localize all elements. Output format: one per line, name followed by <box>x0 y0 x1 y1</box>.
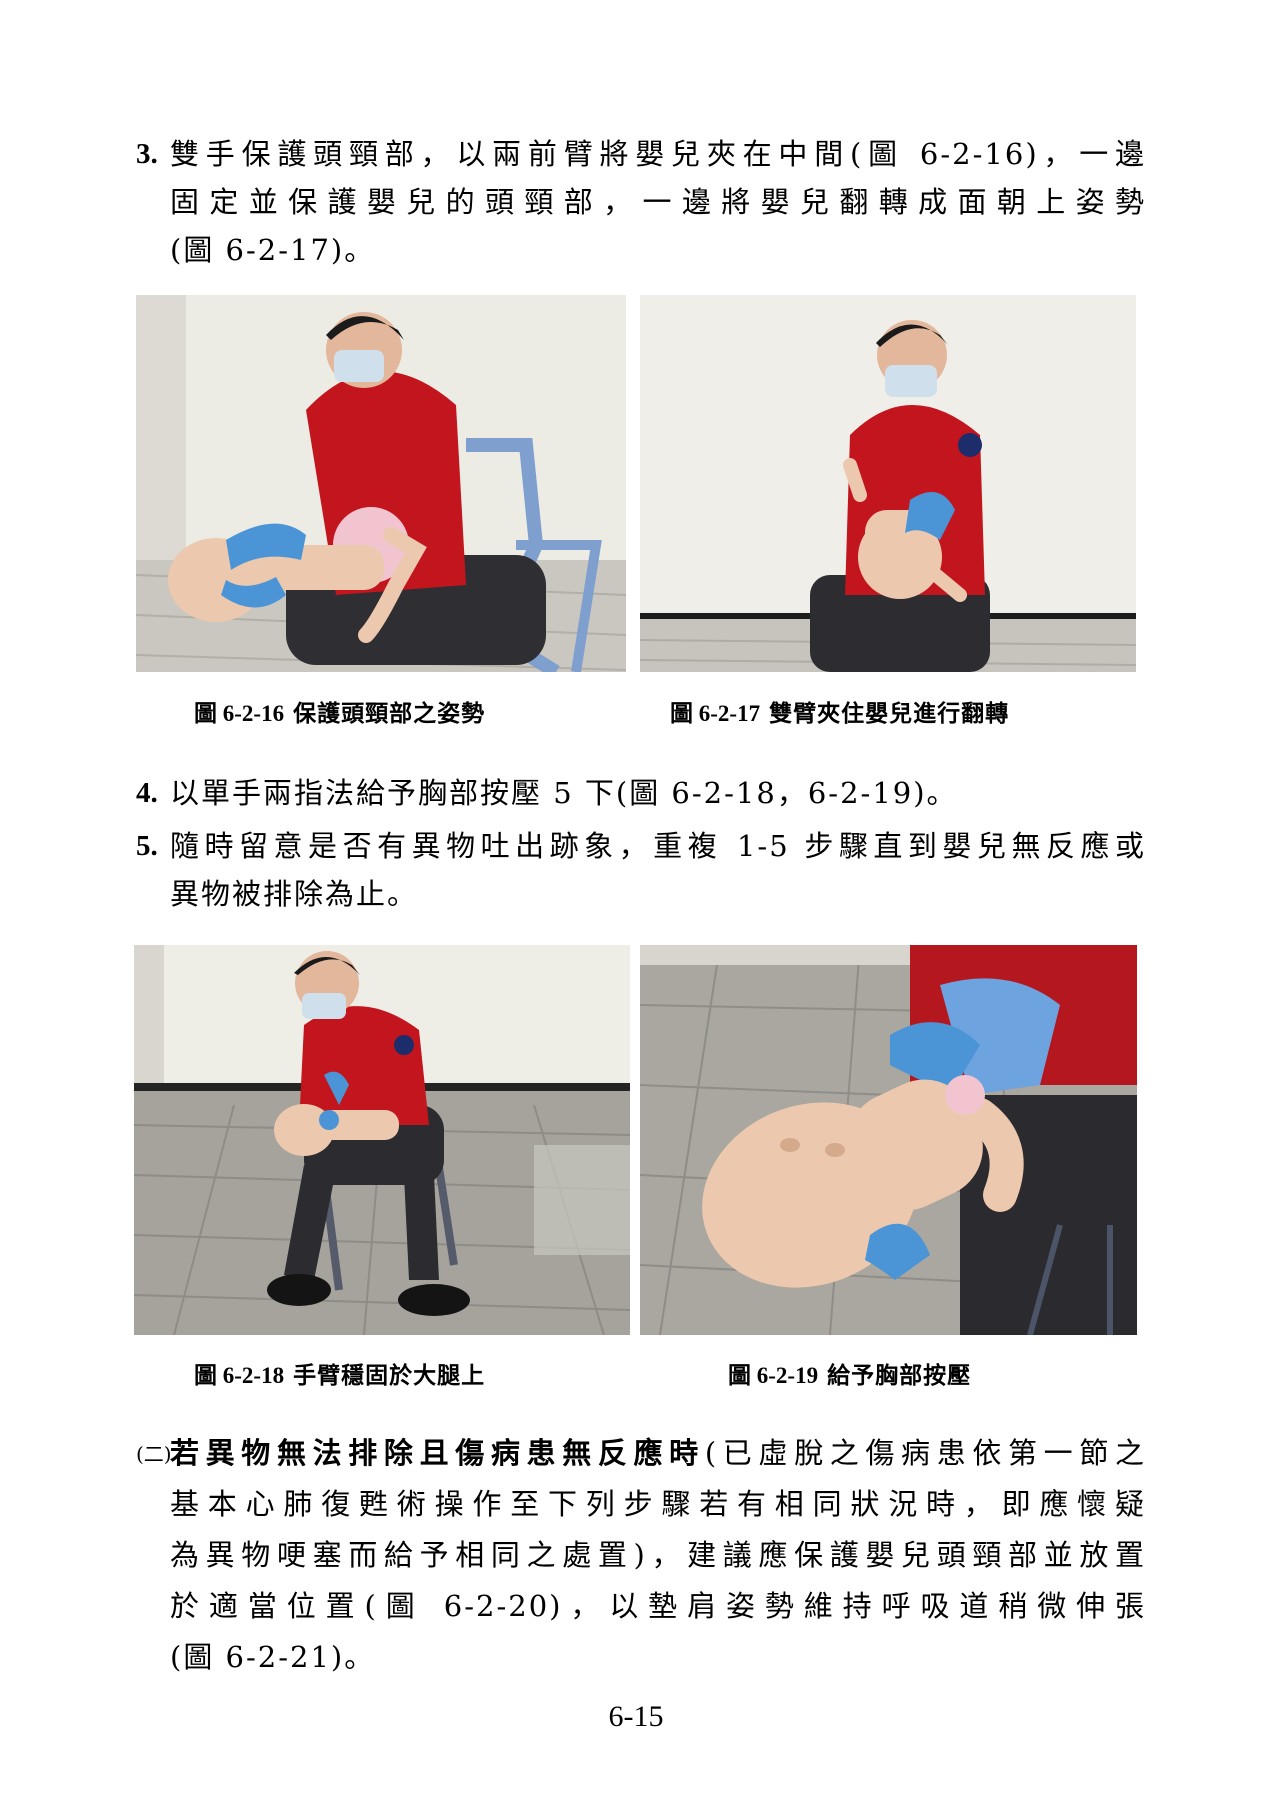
step-5-number: 5. <box>136 830 158 862</box>
caption-figure-6-2-16: 圖 6-2-16 保護頭頸部之姿勢 <box>194 694 485 728</box>
step-5-line-1: 隨時留意是否有異物吐出跡象，重複 1-5 步驟直到嬰兒無反應或 <box>170 829 1146 863</box>
section-2-bold-lead: 若異物無法排除且傷病患無反應時 <box>170 1436 705 1470</box>
section-2-line-2: 基本心肺復甦術操作至下列步驟若有相同狀況時，即應懷疑 <box>170 1487 1146 1521</box>
caption-figure-number: 圖 6-2-18 <box>194 1363 285 1388</box>
step-5-paragraph: 5. 隨時留意是否有異物吐出跡象，重複 1-5 步驟直到嬰兒無反應或 異物被排除… <box>136 822 1146 918</box>
step-3-line-1: 雙手保護頭頸部，以兩前臂將嬰兒夾在中間(圖 6-2-16)，一邊 <box>170 137 1146 171</box>
caption-figure-6-2-17: 圖 6-2-17 雙臂夾住嬰兒進行翻轉 <box>670 694 1009 728</box>
photo-figure-6-2-19 <box>640 945 1137 1335</box>
section-2-line-1: 若異物無法排除且傷病患無反應時(已虛脫之傷病患依第一節之 <box>170 1428 1146 1479</box>
caption-figure-number: 圖 6-2-19 <box>728 1363 819 1388</box>
step-3-paragraph: 3. 雙手保護頭頸部，以兩前臂將嬰兒夾在中間(圖 6-2-16)，一邊 固定並保… <box>136 130 1146 274</box>
step-4-number: 4. <box>136 777 158 809</box>
step-4-line-1: 以單手兩指法給予胸部按壓 5 下(圖 6-2-18，6-2-19)。 <box>170 776 958 810</box>
caption-figure-text: 雙臂夾住嬰兒進行翻轉 <box>769 700 1010 727</box>
caption-figure-6-2-19: 圖 6-2-19 給予胸部按壓 <box>728 1356 971 1390</box>
photo-figure-6-2-17 <box>640 295 1136 672</box>
step-4-paragraph: 4. 以單手兩指法給予胸部按壓 5 下(圖 6-2-18，6-2-19)。 <box>136 769 1146 817</box>
page-number: 6-15 <box>608 1700 664 1733</box>
section-marker: (二) <box>136 1442 172 1466</box>
caption-figure-text: 手臂穩固於大腿上 <box>293 1362 486 1389</box>
photo-figure-6-2-18 <box>134 945 630 1335</box>
step-3-line-3: (圖 6-2-17)。 <box>170 233 376 267</box>
section-2-line-4: 於適當位置(圖 6-2-20)，以墊肩姿勢維持呼吸道稍微伸張 <box>170 1589 1146 1623</box>
step-5-line-2: 異物被排除為止。 <box>170 877 419 911</box>
caption-figure-text: 保護頭頸部之姿勢 <box>293 700 486 727</box>
step-3-number: 3. <box>136 138 158 170</box>
section-2-paragraph: 若異物無法排除且傷病患無反應時(已虛脫之傷病患依第一節之 基本心肺復甦術操作至下… <box>170 1428 1146 1683</box>
caption-figure-6-2-18: 圖 6-2-18 手臂穩固於大腿上 <box>194 1356 485 1390</box>
caption-figure-number: 圖 6-2-17 <box>670 701 761 726</box>
caption-figure-number: 圖 6-2-16 <box>194 701 285 726</box>
step-3-line-2: 固定並保護嬰兒的頭頸部，一邊將嬰兒翻轉成面朝上姿勢 <box>170 185 1146 219</box>
section-2-line-1-rest: (已虛脫之傷病患依第一節之 <box>704 1436 1146 1470</box>
section-2-line-3: 為異物哽塞而給予相同之處置)，建議應保護嬰兒頭頸部並放置 <box>170 1538 1146 1572</box>
photo-figure-6-2-16 <box>136 295 626 672</box>
section-2-line-5: (圖 6-2-21)。 <box>170 1640 376 1674</box>
caption-figure-text: 給予胸部按壓 <box>827 1362 972 1389</box>
